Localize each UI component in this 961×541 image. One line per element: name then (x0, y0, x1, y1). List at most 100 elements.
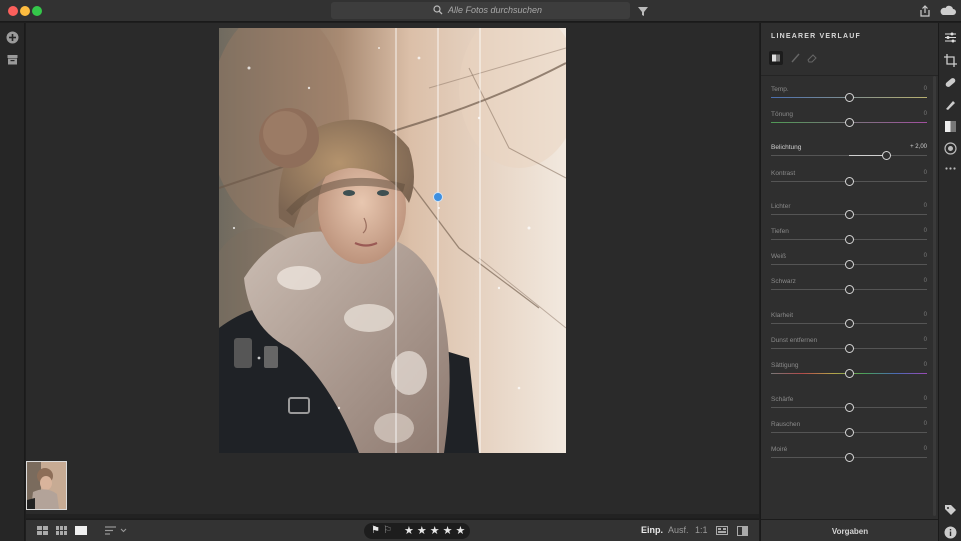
add-photos-icon[interactable] (6, 31, 19, 44)
slider-value[interactable]: 0 (924, 362, 927, 368)
presets-button[interactable]: Vorgaben (760, 519, 938, 541)
slider-value[interactable]: 0 (924, 312, 927, 318)
tag-icon[interactable] (944, 504, 957, 517)
slider-value[interactable]: 0 (924, 446, 927, 452)
slider-value[interactable]: 0 (924, 228, 927, 234)
pick-flag-icon[interactable]: ⚑ (371, 525, 380, 536)
healing-icon[interactable] (944, 76, 957, 89)
slider-value[interactable]: 0 (924, 396, 927, 402)
before-after-icon[interactable] (716, 526, 728, 535)
close-window-button[interactable] (8, 6, 18, 16)
filmstrip-thumbnail[interactable] (26, 461, 67, 510)
slider-row: Lichter 0 (771, 203, 927, 225)
slider-label: Kontrast (771, 170, 796, 177)
grid-small-icon[interactable] (56, 526, 67, 535)
slider-knob[interactable] (844, 235, 854, 244)
more-icon[interactable] (944, 162, 957, 175)
slider-row: Sättigung 0 (771, 362, 927, 384)
library-icon[interactable] (6, 53, 19, 66)
search-icon (433, 5, 443, 15)
horizontal-scrollbar[interactable] (26, 514, 759, 518)
slider-label: Rauschen (771, 421, 801, 428)
slider-track[interactable] (771, 155, 927, 156)
slider-value[interactable]: 0 (924, 203, 927, 209)
rating-flag-control: ⚑ ⚐ ★★★★★ (364, 523, 470, 539)
slider-row: Tönung 0 (771, 111, 927, 133)
slider-knob[interactable] (844, 344, 854, 353)
single-view-icon[interactable] (75, 526, 87, 535)
brush-tool-icon[interactable] (944, 98, 957, 111)
slider-value[interactable]: + 2,00 (910, 144, 927, 150)
cloud-icon[interactable] (939, 4, 957, 18)
slider-label: Tönung (771, 111, 794, 118)
slider-label: Dunst entfernen (771, 337, 818, 344)
title-bar: Alle Fotos durchsuchen (0, 0, 961, 22)
slider-label: Lichter (771, 203, 791, 210)
slider-knob[interactable] (844, 210, 854, 219)
panel-divider (761, 75, 939, 76)
linear-gradient-tool-icon[interactable] (944, 120, 957, 133)
presets-label: Vorgaben (831, 527, 869, 536)
edit-panel: LINEARER VERLAUF Temp. 0 Tönung 0 Belichtung… (760, 23, 939, 519)
slider-label: Sättigung (771, 362, 799, 369)
filter-icon[interactable] (636, 4, 650, 18)
slider-value[interactable]: 0 (924, 337, 927, 343)
slider-label: Temp. (771, 86, 789, 93)
view-1to1-button[interactable]: 1:1 (695, 525, 708, 535)
brush-icon[interactable] (789, 51, 803, 65)
slider-knob[interactable] (844, 285, 854, 294)
photo-canvas[interactable] (219, 28, 566, 453)
slider-label: Weiß (771, 253, 787, 260)
panel-title: LINEARER VERLAUF (771, 33, 861, 40)
slider-label: Schärfe (771, 396, 794, 403)
left-sidebar (0, 23, 25, 541)
slider-value[interactable]: 0 (924, 86, 927, 92)
slider-value[interactable]: 0 (924, 278, 927, 284)
search-field[interactable]: Alle Fotos durchsuchen (331, 2, 630, 19)
slider-value[interactable]: 0 (924, 170, 927, 176)
filmstrip (26, 460, 759, 518)
slider-row: Klarheit 0 (771, 312, 927, 334)
view-fill-button[interactable]: Ausf. (668, 525, 689, 535)
star-rating[interactable]: ★★★★★ (404, 524, 468, 537)
gradient-center-pin[interactable] (433, 192, 443, 202)
slider-knob[interactable] (844, 260, 854, 269)
slider-row: Dunst entfernen 0 (771, 337, 927, 359)
edit-sliders-icon[interactable] (944, 31, 957, 44)
slider-label: Tiefen (771, 228, 789, 235)
slider-value[interactable]: 0 (924, 253, 927, 259)
info-icon[interactable] (944, 526, 957, 539)
minimize-window-button[interactable] (20, 6, 30, 16)
slider-label: Klarheit (771, 312, 794, 319)
compare-icon[interactable] (737, 526, 748, 536)
slider-knob[interactable] (844, 453, 854, 462)
slider-knob[interactable] (844, 428, 854, 437)
slider-row: Moiré 0 (771, 446, 927, 468)
slider-knob[interactable] (844, 93, 854, 102)
eraser-icon[interactable] (805, 51, 819, 65)
slider-knob[interactable] (844, 319, 854, 328)
slider-value[interactable]: 0 (924, 111, 927, 117)
slider-row: Temp. 0 (771, 86, 927, 108)
slider-knob[interactable] (881, 151, 891, 160)
sort-icon[interactable] (105, 526, 127, 535)
crop-icon[interactable] (944, 54, 957, 67)
slider-row: Schwarz 0 (771, 278, 927, 300)
view-fit-button[interactable]: Einp. (641, 525, 663, 535)
panel-scrollbar[interactable] (933, 76, 936, 516)
slider-row: Rauschen 0 (771, 421, 927, 443)
search-placeholder: Alle Fotos durchsuchen (448, 5, 543, 15)
grid-square-icon[interactable] (37, 526, 48, 535)
slider-knob[interactable] (844, 177, 854, 186)
slider-value[interactable]: 0 (924, 421, 927, 427)
reject-flag-icon[interactable]: ⚐ (383, 525, 392, 536)
linear-gradient-icon[interactable] (769, 51, 783, 65)
slider-row: Weiß 0 (771, 253, 927, 275)
zoom-window-button[interactable] (32, 6, 42, 16)
slider-knob[interactable] (844, 403, 854, 412)
slider-knob[interactable] (844, 118, 854, 127)
radial-gradient-tool-icon[interactable] (944, 142, 957, 155)
share-icon[interactable] (918, 4, 932, 18)
slider-knob[interactable] (844, 369, 854, 378)
slider-row: Tiefen 0 (771, 228, 927, 250)
